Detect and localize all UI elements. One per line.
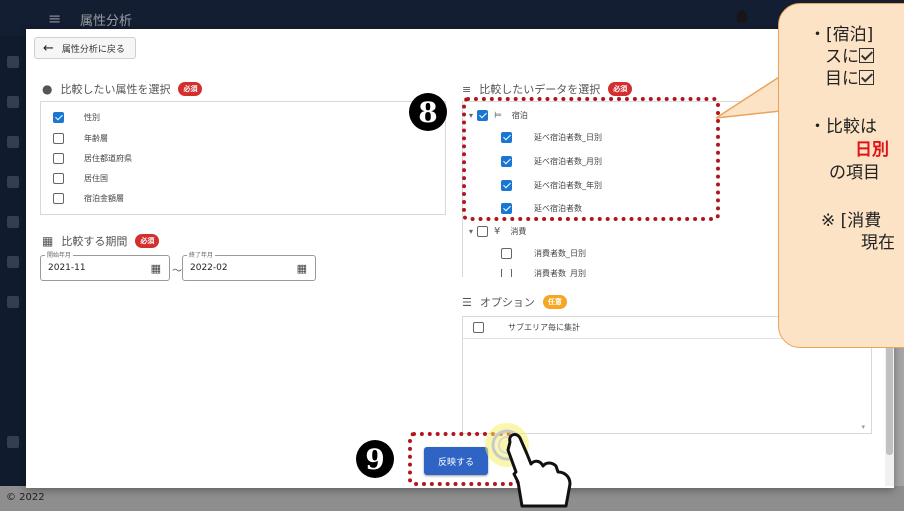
attribute-label: 居住国 (84, 174, 108, 183)
database-icon: ≡ (462, 82, 472, 96)
end-month-value: 2022-02 (190, 263, 228, 273)
scroll-down-icon[interactable]: ▾ (861, 423, 865, 431)
attribute-panel: 性別 年齢層 居住都道府県 居住国 宿泊金額層 (40, 101, 446, 215)
checkbox[interactable] (501, 248, 512, 259)
back-button-label: 属性分析に戻る (61, 44, 125, 55)
data-section-title: ≡ 比較したいデータを選択 必須 (462, 81, 633, 97)
attribute-option[interactable]: 居住国 (53, 173, 108, 184)
attribute-label: 居住都道府県 (84, 154, 132, 163)
checkbox[interactable] (53, 153, 64, 164)
end-month-field[interactable]: 終了年月 2022-02 ▦ (182, 250, 316, 281)
attribute-title-text: 比較したい属性を選択 (60, 83, 171, 96)
callout-line-4: ・比較は (809, 117, 877, 137)
checkbox-icon (859, 48, 874, 63)
callout-line-5: 日別 (855, 140, 889, 160)
start-month-label: 開始年月 (45, 250, 74, 259)
period-section-title: ▦ 比較する期間 必須 (42, 233, 160, 249)
group-consumption-label: 消費 (510, 227, 527, 236)
required-badge: 必須 (135, 234, 160, 248)
start-month-value: 2021-11 (48, 263, 86, 273)
attribute-label: 性別 (84, 113, 100, 122)
person-icon: ● (42, 82, 53, 96)
attribute-option[interactable]: 宿泊金額層 (53, 193, 124, 204)
checkbox[interactable] (501, 269, 512, 277)
back-button[interactable]: ← 属性分析に戻る (34, 37, 136, 59)
end-month-label: 終了年月 (187, 250, 216, 259)
calendar-icon[interactable]: ▦ (151, 262, 161, 275)
step-marker-9: 9 (356, 440, 394, 478)
data-option-label: 消費者数_月別 (534, 269, 586, 277)
pointer-hand-icon (485, 423, 572, 508)
calendar-icon[interactable]: ▦ (297, 262, 307, 275)
checkbox[interactable] (53, 133, 64, 144)
data-option[interactable]: 消費者数_日別 (501, 248, 586, 259)
data-option-label: 消費者数_日別 (534, 249, 586, 258)
yen-icon: ¥ (494, 226, 501, 237)
data-option[interactable]: 消費者数_月別 (501, 269, 586, 277)
required-badge: 必須 (178, 82, 203, 96)
period-title-text: 比較する期間 (61, 235, 128, 248)
step-marker-8: 8 (409, 93, 447, 131)
callout-line-8: 現在 (861, 233, 895, 253)
data-title-text: 比較したいデータを選択 (479, 83, 601, 96)
calendar-icon: ▦ (42, 234, 54, 248)
arrow-left-icon: ← (43, 40, 54, 56)
sliders-icon: ☰ (462, 295, 472, 309)
highlight-box-data (462, 97, 720, 221)
checkbox-checked[interactable] (53, 112, 64, 123)
attribute-option[interactable]: 性別 (53, 112, 100, 123)
optional-badge: 任意 (542, 295, 567, 309)
attribute-label: 年齢層 (84, 134, 108, 143)
option-label: サブエリア毎に集計 (508, 323, 580, 332)
callout-line-6: の項目 (829, 163, 880, 183)
checkbox[interactable] (473, 322, 484, 333)
checkbox-icon (859, 70, 874, 85)
required-badge: 必須 (608, 82, 633, 96)
callout-line-3-text: 目に (825, 69, 859, 89)
compare-dialog: ← 属性分析に戻る ● 比較したい属性を選択 必須 性別 年齢層 居住都道府県 … (26, 29, 894, 488)
callout-line-3: 目に (825, 64, 874, 89)
attribute-option[interactable]: 年齢層 (53, 133, 108, 144)
checkbox[interactable] (477, 226, 489, 237)
tree-group-consumption[interactable]: ▾ ¥ 消費 (469, 226, 526, 237)
options-section-title: ☰ オプション 任意 (462, 294, 567, 310)
range-separator: 〜 (172, 266, 182, 277)
chevron-down-icon[interactable]: ▾ (469, 227, 473, 236)
attribute-section-title: ● 比較したい属性を選択 必須 (42, 81, 203, 97)
checkbox[interactable] (53, 173, 64, 184)
checkbox[interactable] (53, 193, 64, 204)
callout-bubble: ・[宿泊] スに 目に ・比較は 日別 の項目 ※ [消費 現在 (778, 3, 904, 348)
start-month-field[interactable]: 開始年月 2021-11 ▦ (40, 250, 170, 281)
attribute-option[interactable]: 居住都道府県 (53, 153, 132, 164)
attribute-label: 宿泊金額層 (84, 194, 124, 203)
options-title-text: オプション (479, 296, 535, 309)
